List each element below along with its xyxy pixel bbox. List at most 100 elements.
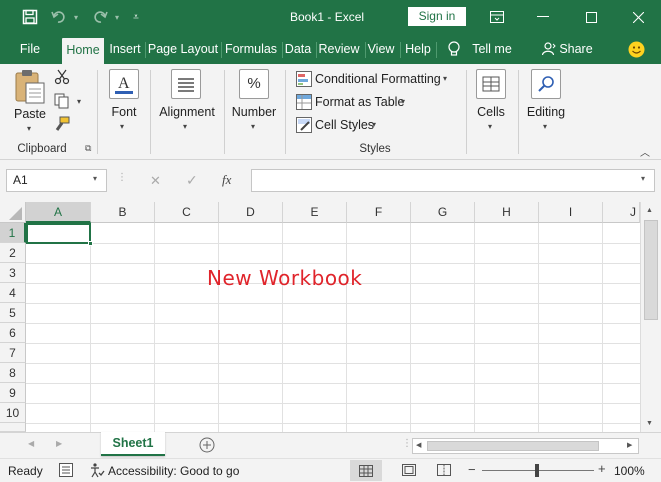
column-header[interactable]: F bbox=[347, 202, 411, 223]
new-sheet-icon[interactable] bbox=[199, 437, 215, 456]
row-header[interactable]: 5 bbox=[0, 303, 26, 323]
cell-styles-button[interactable]: Cell Styles bbox=[315, 118, 374, 132]
fill-handle[interactable] bbox=[88, 241, 93, 246]
formula-input[interactable] bbox=[251, 169, 655, 192]
horizontal-scroll-thumb[interactable] bbox=[427, 441, 599, 451]
font-icon[interactable]: A bbox=[109, 69, 139, 99]
row-header[interactable]: 8 bbox=[0, 363, 26, 383]
row-header[interactable]: 7 bbox=[0, 343, 26, 363]
column-header[interactable]: G bbox=[411, 202, 475, 223]
row-header[interactable]: 10 bbox=[0, 403, 26, 423]
page-break-view-button[interactable] bbox=[437, 464, 451, 479]
scroll-right-icon[interactable]: ▶ bbox=[627, 441, 632, 449]
tab-home[interactable]: Home bbox=[62, 38, 104, 64]
sheet-tab[interactable]: Sheet1 bbox=[101, 432, 165, 456]
alignment-icon[interactable] bbox=[171, 69, 201, 99]
accessibility-icon[interactable] bbox=[89, 462, 105, 481]
column-header[interactable]: I bbox=[539, 202, 603, 223]
copy-icon[interactable] bbox=[54, 93, 70, 112]
column-header[interactable]: C bbox=[155, 202, 219, 223]
column-header[interactable]: B bbox=[91, 202, 155, 223]
percent-icon[interactable]: % bbox=[239, 69, 269, 99]
column-header[interactable]: E bbox=[283, 202, 347, 223]
worksheet-grid[interactable]: A B C D E F G H I J 1 2 3 4 5 6 7 8 9 10… bbox=[0, 202, 661, 432]
column-header[interactable]: J bbox=[603, 202, 640, 223]
row-header[interactable]: 6 bbox=[0, 323, 26, 343]
scroll-down-icon[interactable]: ▼ bbox=[646, 420, 653, 427]
smiley-feedback-icon[interactable] bbox=[626, 34, 646, 64]
cell-styles-icon[interactable] bbox=[296, 117, 312, 136]
cancel-icon[interactable]: ✕ bbox=[150, 173, 161, 189]
expand-formula-bar-icon[interactable]: ▾ bbox=[641, 174, 645, 183]
maximize-button[interactable] bbox=[573, 0, 609, 34]
accessibility-status[interactable]: Accessibility: Good to go bbox=[108, 464, 239, 478]
redo-icon[interactable] bbox=[88, 0, 112, 34]
format-as-table-dropdown-icon[interactable]: ▾ bbox=[401, 97, 405, 106]
column-header[interactable]: D bbox=[219, 202, 283, 223]
tab-insert[interactable]: Insert bbox=[107, 34, 143, 64]
column-header[interactable]: A bbox=[26, 202, 91, 223]
column-header[interactable]: H bbox=[475, 202, 539, 223]
next-sheet-icon[interactable]: ▶ bbox=[56, 439, 62, 448]
conditional-formatting-icon[interactable] bbox=[296, 71, 312, 90]
tell-me-box[interactable]: Tell me bbox=[470, 34, 514, 64]
split-grip-icon[interactable]: ⋮ bbox=[402, 438, 412, 449]
cells-icon[interactable] bbox=[476, 69, 506, 99]
undo-icon[interactable] bbox=[47, 0, 71, 34]
alignment-button[interactable]: Alignment bbox=[155, 105, 219, 119]
prev-sheet-icon[interactable]: ◀ bbox=[28, 439, 34, 448]
scroll-left-icon[interactable]: ◀ bbox=[416, 441, 421, 449]
share-person-icon[interactable] bbox=[540, 34, 558, 64]
insert-function-icon[interactable]: fx bbox=[222, 172, 231, 188]
tab-page-layout[interactable]: Page Layout bbox=[147, 34, 219, 64]
tab-help[interactable]: Help bbox=[402, 34, 434, 64]
row-header[interactable]: 4 bbox=[0, 283, 26, 303]
row-header[interactable]: 2 bbox=[0, 243, 26, 263]
enter-check-icon[interactable]: ✓ bbox=[186, 172, 198, 189]
row-header[interactable]: 1 bbox=[0, 223, 26, 243]
format-as-table-icon[interactable] bbox=[296, 94, 312, 113]
clipboard-launcher-icon[interactable]: ⧉ bbox=[85, 143, 91, 154]
customize-qat-icon[interactable]: ⩡ bbox=[128, 0, 144, 34]
paste-dropdown-icon[interactable]: ▾ bbox=[27, 124, 31, 133]
paste-button[interactable]: Paste bbox=[12, 107, 48, 121]
editing-dropdown-icon[interactable]: ▾ bbox=[543, 122, 547, 131]
conditional-formatting-dropdown-icon[interactable]: ▾ bbox=[443, 74, 447, 83]
vertical-scroll-thumb[interactable] bbox=[644, 220, 658, 320]
conditional-formatting-button[interactable]: Conditional Formatting bbox=[315, 72, 441, 86]
font-button[interactable]: Font bbox=[104, 105, 144, 119]
row-header[interactable]: 9 bbox=[0, 383, 26, 403]
cells-dropdown-icon[interactable]: ▾ bbox=[488, 122, 492, 131]
tab-data[interactable]: Data bbox=[283, 34, 313, 64]
scroll-up-icon[interactable]: ▲ bbox=[646, 207, 653, 214]
undo-dropdown-icon[interactable]: ▾ bbox=[70, 0, 82, 34]
name-box[interactable]: A1 bbox=[6, 169, 107, 192]
save-icon[interactable] bbox=[15, 0, 45, 34]
page-layout-view-button[interactable] bbox=[402, 464, 416, 479]
active-cell-a1[interactable] bbox=[26, 223, 91, 244]
cells-button[interactable]: Cells bbox=[471, 105, 511, 119]
tab-formulas[interactable]: Formulas bbox=[223, 34, 279, 64]
format-painter-icon[interactable] bbox=[54, 116, 70, 135]
vertical-scrollbar[interactable]: ▲ ▼ bbox=[640, 202, 661, 432]
zoom-level[interactable]: 100% bbox=[614, 464, 645, 478]
redo-dropdown-icon[interactable]: ▾ bbox=[111, 0, 123, 34]
number-dropdown-icon[interactable]: ▾ bbox=[251, 122, 255, 131]
collapse-ribbon-icon[interactable]: ︿ bbox=[640, 144, 650, 159]
share-button[interactable]: Share bbox=[559, 34, 593, 64]
zoom-slider-thumb[interactable] bbox=[535, 464, 539, 477]
select-all-corner[interactable] bbox=[0, 202, 26, 223]
normal-view-button[interactable] bbox=[350, 460, 382, 481]
cell-styles-dropdown-icon[interactable]: ▾ bbox=[372, 120, 376, 129]
ribbon-display-options-icon[interactable] bbox=[479, 0, 515, 34]
paste-clipboard-icon[interactable] bbox=[14, 69, 46, 108]
copy-dropdown-icon[interactable]: ▾ bbox=[77, 97, 81, 106]
horizontal-scrollbar[interactable]: ◀ ▶ bbox=[412, 438, 639, 454]
name-box-dropdown-icon[interactable]: ▾ bbox=[93, 174, 97, 183]
row-header[interactable]: 3 bbox=[0, 263, 26, 283]
search-icon[interactable] bbox=[531, 69, 561, 99]
zoom-out-button[interactable]: − bbox=[468, 462, 476, 477]
format-as-table-button[interactable]: Format as Table bbox=[315, 95, 404, 109]
row-header[interactable] bbox=[0, 423, 26, 432]
tab-file[interactable]: File bbox=[12, 34, 48, 64]
